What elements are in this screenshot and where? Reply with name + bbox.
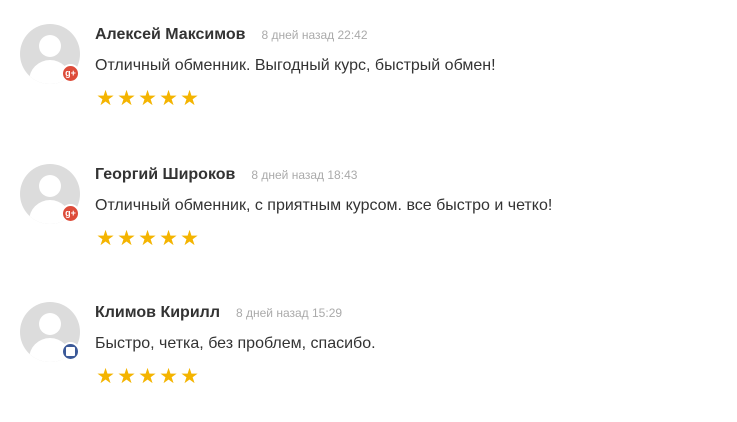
review-text: Отличный обменник, с приятным курсом. вс… [95, 197, 553, 214]
google-plus-icon: g+ [61, 64, 80, 83]
review-item: g+ Алексей Максимов 8 дней назад 22:42 От… [0, 24, 737, 144]
google-plus-icon: g+ [61, 204, 80, 223]
star-icon: ★ [159, 87, 178, 110]
star-icon: ★ [159, 227, 178, 250]
rating-stars: ★ ★ ★ ★ ★ [95, 88, 200, 109]
review-author: Георгий Широков 8 дней назад 18:43 [95, 166, 357, 184]
star-icon: ★ [138, 227, 157, 250]
star-icon: ★ [117, 227, 136, 250]
star-icon: ★ [117, 365, 136, 388]
avatar-head [39, 175, 61, 197]
review-author: Алексей Максимов 8 дней назад 22:42 [95, 26, 368, 44]
review-author: Климов Кирилл 8 дней назад 15:29 [95, 304, 342, 322]
star-icon: ★ [138, 87, 157, 110]
square-icon [61, 342, 80, 361]
review-date: 8 дней назад 15:29 [235, 306, 343, 320]
review-item: g+ Георгий Широков 8 дней назад 18:43 Отл… [0, 164, 737, 284]
star-icon: ★ [138, 365, 157, 388]
review-date: 8 дней назад 22:42 [261, 28, 368, 42]
review-text: Отличный обменник. Выгодный курс, быстры… [95, 57, 496, 74]
star-icon: ★ [159, 365, 178, 388]
author-name: Алексей Максимов [95, 26, 246, 43]
review-text: Быстро, четка, без проблем, спасибо. [95, 335, 376, 352]
star-icon: ★ [180, 365, 199, 388]
author-name: Климов Кирилл [95, 304, 220, 321]
avatar-head [39, 313, 61, 335]
star-icon: ★ [96, 227, 115, 250]
star-icon: ★ [180, 87, 199, 110]
star-icon: ★ [117, 87, 136, 110]
author-name: Георгий Широков [95, 166, 236, 183]
star-icon: ★ [180, 227, 199, 250]
review-date: 8 дней назад 18:43 [251, 168, 358, 182]
rating-stars: ★ ★ ★ ★ ★ [95, 228, 200, 249]
rating-stars: ★ ★ ★ ★ ★ [95, 366, 200, 387]
avatar-head [39, 35, 61, 57]
review-item: Климов Кирилл 8 дней назад 15:29 Быстро, … [0, 302, 737, 422]
square-icon-inner [66, 347, 75, 356]
star-icon: ★ [96, 87, 115, 110]
star-icon: ★ [96, 365, 115, 388]
